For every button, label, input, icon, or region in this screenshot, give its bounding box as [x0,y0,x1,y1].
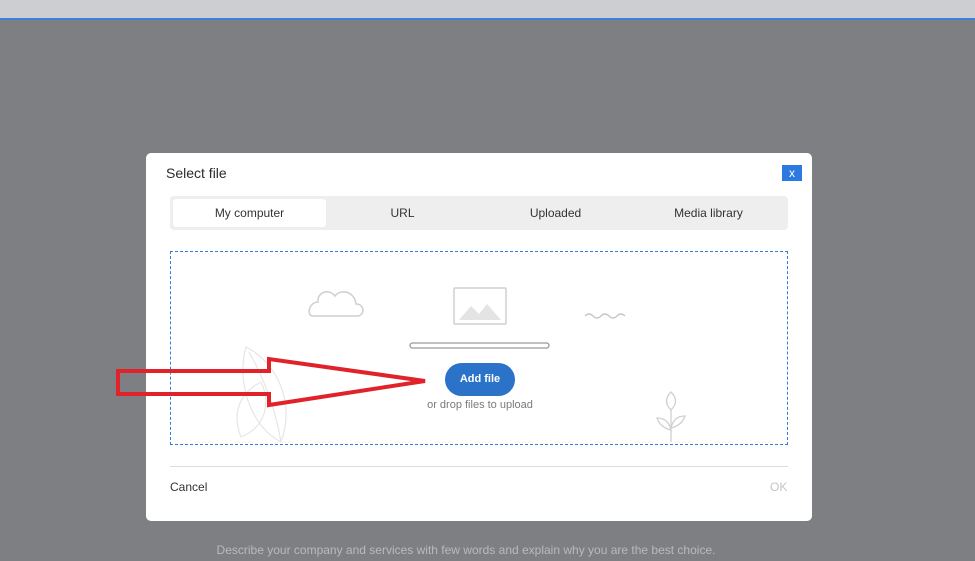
tab-uploaded[interactable]: Uploaded [479,199,632,227]
wave-icon [584,313,626,319]
ok-button[interactable]: OK [770,480,787,494]
add-file-button[interactable]: Add file [445,363,515,396]
file-dropzone[interactable]: Add file or drop files to upload [170,251,788,445]
background-description-text: Describe your company and services with … [216,543,716,557]
footer-divider [170,466,788,467]
source-tabs: My computer URL Uploaded Media library [170,196,788,230]
leaf-icon [236,346,287,443]
tab-url[interactable]: URL [326,199,479,227]
browser-top-bar [0,0,975,20]
tab-media-library[interactable]: Media library [632,199,785,227]
select-file-dialog: Select file x My computer URL Uploaded M… [146,153,812,521]
cloud-icon [308,291,364,317]
close-icon: x [789,166,795,180]
drop-files-hint: or drop files to upload [427,399,533,411]
dialog-title: Select file [166,165,227,181]
close-button[interactable]: x [782,165,802,181]
tab-my-computer[interactable]: My computer [173,199,326,227]
image-icon [453,287,507,325]
upload-progress-bar [409,342,550,349]
dropzone-illustration [236,287,686,443]
cancel-button[interactable]: Cancel [170,480,207,494]
